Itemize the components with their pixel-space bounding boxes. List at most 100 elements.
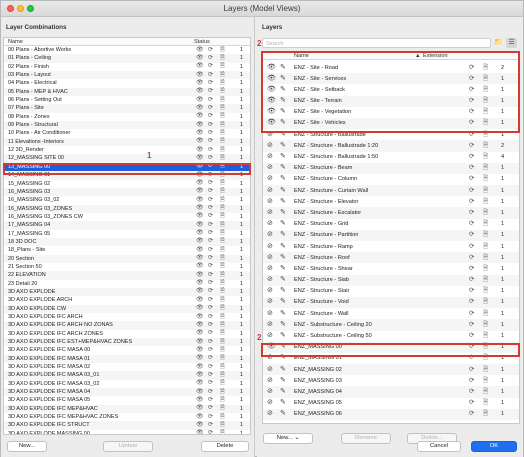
pencil-icon[interactable]: ✎ <box>280 298 286 306</box>
refresh-icon[interactable]: ⟳ <box>208 339 213 346</box>
eye-hidden-icon[interactable]: ⊘ <box>267 142 273 150</box>
lock-icon[interactable]: ⟳ <box>469 231 474 239</box>
refresh-icon[interactable]: ⟳ <box>208 355 213 362</box>
layer-row[interactable]: ⊘ ✎ ENZ - Structure - Ballustrade 1:50 ⟳ 🗎 4 <box>263 152 519 163</box>
document-icon[interactable]: 🗎 <box>220 222 225 229</box>
lock-icon[interactable]: ⟳ <box>469 287 474 295</box>
layer-row[interactable]: ⊘ ✎ ENZ - Structure - Ramp ⟳ 🗎 1 <box>263 241 519 252</box>
eye-hidden-icon[interactable]: ⊘ <box>267 209 273 217</box>
eye-icon[interactable]: 👁 <box>196 339 204 346</box>
refresh-icon[interactable]: ⟳ <box>208 122 213 129</box>
layer-icon[interactable]: 🗎 <box>483 366 488 374</box>
lock-icon[interactable]: ⟳ <box>469 175 474 183</box>
refresh-icon[interactable]: ⟳ <box>208 197 213 204</box>
combination-row[interactable]: 3D AXO EXPLODE IFC STRUCT 👁 ⟳ 🗎 1 <box>4 421 250 430</box>
document-icon[interactable]: 🗎 <box>220 113 225 120</box>
layer-row[interactable]: ⊘ ✎ ENZ_MASSING 06 ⟳ 🗎 1 <box>263 408 519 420</box>
lock-icon[interactable]: ⟳ <box>469 276 474 284</box>
combination-row[interactable]: 06 Plans - Setting Out 👁 ⟳ 🗎 1 <box>4 96 250 104</box>
layer-icon[interactable]: 🗎 <box>483 142 488 150</box>
combination-row[interactable]: 17_MASSING 05 👁 ⟳ 🗎 1 <box>4 230 250 238</box>
layer-row[interactable]: ⊘ ✎ ENZ - Structure - Wall ⟳ 🗎 1 <box>263 308 519 319</box>
list-view-icon[interactable]: ☰ <box>506 38 517 48</box>
refresh-icon[interactable]: ⟳ <box>208 188 213 195</box>
eye-hidden-icon[interactable]: ⊘ <box>267 198 273 206</box>
document-icon[interactable]: 🗎 <box>220 322 225 329</box>
pencil-icon[interactable]: ✎ <box>280 321 286 329</box>
pencil-icon[interactable]: ✎ <box>280 399 286 407</box>
layer-icon[interactable]: 🗎 <box>483 332 488 340</box>
combination-row[interactable]: 3D AXO EXPLODE ARCH 👁 ⟳ 🗎 1 <box>4 296 250 304</box>
lock-icon[interactable]: ⟳ <box>469 399 474 407</box>
refresh-icon[interactable]: ⟳ <box>208 155 213 162</box>
combination-row[interactable]: 08 Plans - Zones 👁 ⟳ 🗎 1 <box>4 113 250 121</box>
lock-icon[interactable]: ⟳ <box>469 254 474 262</box>
eye-icon[interactable]: 👁 <box>196 180 204 187</box>
layer-row[interactable]: ⊘ ✎ ENZ - Substructure - Ceiling 20 ⟳ 🗎 1 <box>263 319 519 331</box>
refresh-icon[interactable]: ⟳ <box>208 430 213 434</box>
eye-icon[interactable]: 👁 <box>196 372 204 379</box>
lock-icon[interactable]: ⟳ <box>469 153 474 161</box>
eye-icon[interactable]: 👁 <box>196 113 204 120</box>
search-input[interactable]: Search <box>262 38 491 48</box>
document-icon[interactable]: 🗎 <box>220 280 225 287</box>
refresh-icon[interactable]: ⟳ <box>208 364 213 371</box>
document-icon[interactable]: 🗎 <box>220 422 225 429</box>
update-combination-button[interactable]: Update <box>103 441 153 452</box>
lock-icon[interactable]: ⟳ <box>469 198 474 206</box>
combination-row[interactable]: 16_MASSING 03_02 👁 ⟳ 🗎 1 <box>4 196 250 204</box>
combination-row[interactable]: 3D AXO EXPLODE IFC MASA 02 👁 ⟳ 🗎 1 <box>4 363 250 371</box>
layer-icon[interactable]: 🗎 <box>483 153 488 161</box>
document-icon[interactable]: 🗎 <box>220 180 225 187</box>
lock-icon[interactable]: ⟳ <box>469 298 474 306</box>
refresh-icon[interactable]: ⟳ <box>208 130 213 137</box>
eye-icon[interactable]: 👁 <box>196 63 204 70</box>
eye-icon[interactable]: 👁 <box>196 380 204 387</box>
folder-icon[interactable]: 📁 <box>493 38 504 48</box>
eye-icon[interactable]: 👁 <box>196 263 204 270</box>
document-icon[interactable]: 🗎 <box>220 364 225 371</box>
layer-row[interactable]: ⊘ ✎ ENZ - Structure - Grid ⟳ 🗎 1 <box>263 219 519 230</box>
refresh-icon[interactable]: ⟳ <box>208 372 213 379</box>
combination-row[interactable]: 18 3D DOC 👁 ⟳ 🗎 1 <box>4 237 250 247</box>
pencil-icon[interactable]: ✎ <box>280 254 286 262</box>
layer-row[interactable]: ⊘ ✎ ENZ_MASSING 02 ⟳ 🗎 1 <box>263 364 519 376</box>
combination-row[interactable]: 18_Plans - Site 👁 ⟳ 🗎 1 <box>4 246 250 254</box>
document-icon[interactable]: 🗎 <box>220 380 225 387</box>
combination-row[interactable]: 16_MASSING 03 👁 ⟳ 🗎 1 <box>4 187 250 197</box>
eye-icon[interactable]: 👁 <box>196 355 204 362</box>
new-layer-button[interactable]: New... ⌄ <box>263 433 313 444</box>
refresh-icon[interactable]: ⟳ <box>208 288 213 295</box>
layer-icon[interactable]: 🗎 <box>483 220 488 228</box>
pencil-icon[interactable]: ✎ <box>280 377 286 385</box>
pencil-icon[interactable]: ✎ <box>280 220 286 228</box>
combination-row[interactable]: 3D AXO EXPLODE MASSING 00 👁 ⟳ 🗎 1 <box>4 430 250 434</box>
combination-row[interactable]: 3D AXO EXPLODE IFC MASA 03_01 👁 ⟳ 🗎 1 <box>4 371 250 380</box>
layer-icon[interactable]: 🗎 <box>483 243 488 251</box>
refresh-icon[interactable]: ⟳ <box>208 180 213 187</box>
refresh-icon[interactable]: ⟳ <box>208 147 213 154</box>
eye-icon[interactable]: 👁 <box>196 314 204 321</box>
document-icon[interactable]: 🗎 <box>220 405 225 412</box>
document-icon[interactable]: 🗎 <box>220 72 225 79</box>
eye-icon[interactable]: 👁 <box>196 230 204 237</box>
lock-icon[interactable]: ⟳ <box>469 187 474 195</box>
document-icon[interactable]: 🗎 <box>220 372 225 379</box>
document-icon[interactable]: 🗎 <box>220 205 225 212</box>
eye-icon[interactable]: 👁 <box>196 130 204 137</box>
combination-row[interactable]: 09 Plans - Structural 👁 ⟳ 🗎 1 <box>4 121 250 130</box>
document-icon[interactable]: 🗎 <box>220 397 225 404</box>
refresh-icon[interactable]: ⟳ <box>208 380 213 387</box>
eye-icon[interactable]: 👁 <box>196 422 204 429</box>
refresh-icon[interactable]: ⟳ <box>208 55 213 62</box>
refresh-icon[interactable]: ⟳ <box>208 263 213 270</box>
refresh-icon[interactable]: ⟳ <box>208 63 213 70</box>
refresh-icon[interactable]: ⟳ <box>208 205 213 212</box>
combination-row[interactable]: 10 Plans - Air Conditioner 👁 ⟳ 🗎 1 <box>4 129 250 137</box>
layer-icon[interactable]: 🗎 <box>483 321 488 329</box>
refresh-icon[interactable]: ⟳ <box>208 247 213 254</box>
lock-icon[interactable]: ⟳ <box>469 310 474 318</box>
document-icon[interactable]: 🗎 <box>220 272 225 279</box>
combination-row[interactable]: 3D AXO EXPLODE IFC MASA 05 👁 ⟳ 🗎 1 <box>4 396 250 404</box>
layer-row[interactable]: ⊘ ✎ ENZ - Structure - Shear ⟳ 🗎 1 <box>263 263 519 274</box>
